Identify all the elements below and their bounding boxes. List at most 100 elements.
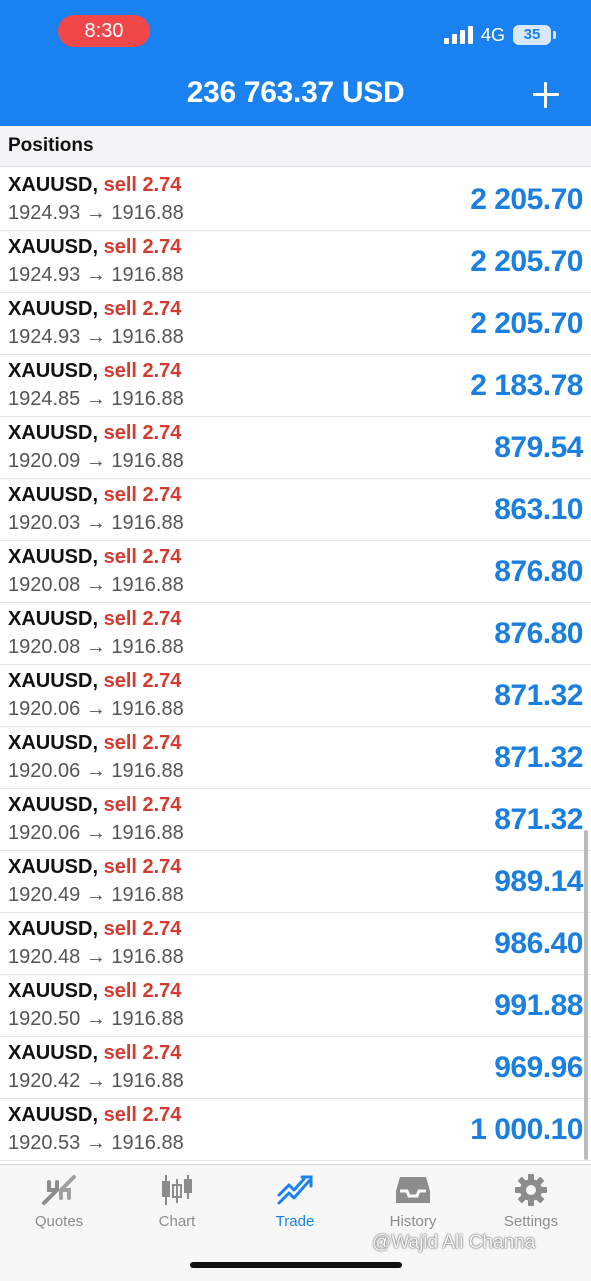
position-profit: 871.32 [494,679,583,712]
position-symbol: XAUUSD, [8,732,99,754]
position-profit: 879.54 [494,431,583,464]
position-prices: 1920.50 → 1916.88 [8,1008,184,1030]
position-prices: 1920.08 → 1916.88 [8,636,184,658]
position-row[interactable]: XAUUSD, sell 2.74 1924.93 → 1916.88 2 205.… [0,293,591,355]
position-side-volume: sell 2.74 [103,980,182,1002]
position-row[interactable]: XAUUSD, sell 2.74 1920.09 → 1916.88 879.54 [0,417,591,479]
battery-icon: 35 [513,25,556,45]
position-row[interactable]: XAUUSD, sell 2.74 1920.06 → 1916.88 871.32 [0,789,591,851]
position-title: XAUUSD, sell 2.74 [8,546,181,569]
trade-icon [277,1175,313,1205]
position-profit: 876.80 [494,617,583,650]
position-side-volume: sell 2.74 [103,918,182,940]
position-prices: 1924.93 → 1916.88 [8,202,184,224]
position-prices: 1920.06 → 1916.88 [8,760,184,782]
position-row[interactable]: XAUUSD, sell 2.74 1924.85 → 1916.88 2 183.… [0,355,591,417]
position-title: XAUUSD, sell 2.74 [8,236,181,259]
position-symbol: XAUUSD, [8,546,99,568]
position-side-volume: sell 2.74 [103,608,182,630]
tab-quotes[interactable]: Quotes [0,1173,118,1245]
position-symbol: XAUUSD, [8,608,99,630]
position-profit: 871.32 [494,803,583,836]
status-indicators: 4G 35 [443,22,556,48]
position-profit: 991.88 [494,989,583,1022]
position-side-volume: sell 2.74 [103,298,182,320]
position-symbol: XAUUSD, [8,670,99,692]
position-side-volume: sell 2.74 [103,1104,182,1126]
position-title: XAUUSD, sell 2.74 [8,794,181,817]
app-header: 8:30 4G 35 236 763.37 USD [0,0,591,126]
position-title: XAUUSD, sell 2.74 [8,670,181,693]
position-title: XAUUSD, sell 2.74 [8,856,181,879]
position-title: XAUUSD, sell 2.74 [8,918,181,941]
position-prices: 1920.06 → 1916.88 [8,698,184,720]
position-prices: 1920.53 → 1916.88 [8,1132,184,1154]
position-prices: 1920.49 → 1916.88 [8,884,184,906]
position-row[interactable]: XAUUSD, sell 2.74 1920.42 → 1916.88 969.96 [0,1037,591,1099]
gear-icon [515,1174,547,1206]
position-side-volume: sell 2.74 [103,236,182,258]
position-row[interactable]: XAUUSD, sell 2.74 1920.06 → 1916.88 871.32 [0,727,591,789]
position-title: XAUUSD, sell 2.74 [8,360,181,383]
position-prices: 1924.93 → 1916.88 [8,264,184,286]
position-side-volume: sell 2.74 [103,856,182,878]
position-profit: 2 205.70 [470,245,583,278]
position-row[interactable]: XAUUSD, sell 2.74 1920.06 → 1916.88 871.32 [0,665,591,727]
new-order-plus-button[interactable] [531,80,561,110]
position-side-volume: sell 2.74 [103,732,182,754]
position-symbol: XAUUSD, [8,980,99,1002]
section-title: Positions [8,135,94,156]
position-profit: 863.10 [494,493,583,526]
chart-candles-icon [162,1175,192,1205]
network-type: 4G [480,24,505,45]
position-row[interactable]: XAUUSD, sell 2.74 1920.49 → 1916.88 989.14 [0,851,591,913]
position-prices: 1920.06 → 1916.88 [8,822,184,844]
quotes-icon [42,1175,76,1205]
account-balance: 236 763.37 USD [186,76,405,109]
position-profit: 989.14 [494,865,583,898]
position-row[interactable]: XAUUSD, sell 2.74 1920.53 → 1916.88 1 000.… [0,1099,591,1161]
position-row[interactable]: XAUUSD, sell 2.74 1920.48 → 1916.88 986.40 [0,913,591,975]
tab-label: Quotes [34,1213,84,1230]
position-side-volume: sell 2.74 [103,484,182,506]
position-profit: 969.96 [494,1051,583,1084]
position-profit: 2 205.70 [470,307,583,340]
position-prices: 1924.85 → 1916.88 [8,388,184,410]
position-row[interactable]: XAUUSD, sell 2.74 1920.03 → 1916.88 863.10 [0,479,591,541]
position-side-volume: sell 2.74 [103,794,182,816]
scrollbar[interactable] [584,830,588,1160]
position-symbol: XAUUSD, [8,360,99,382]
position-symbol: XAUUSD, [8,1042,99,1064]
position-symbol: XAUUSD, [8,856,99,878]
position-prices: 1920.03 → 1916.88 [8,512,184,534]
position-symbol: XAUUSD, [8,484,99,506]
position-title: XAUUSD, sell 2.74 [8,298,181,321]
position-title: XAUUSD, sell 2.74 [8,980,181,1003]
position-row[interactable]: XAUUSD, sell 2.74 1924.93 → 1916.88 2 205.… [0,169,591,231]
tab-label: Trade [275,1213,315,1230]
home-indicator [190,1262,402,1268]
position-prices: 1920.42 → 1916.88 [8,1070,184,1092]
position-symbol: XAUUSD, [8,794,99,816]
position-symbol: XAUUSD, [8,918,99,940]
position-side-volume: sell 2.74 [103,546,182,568]
position-row[interactable]: XAUUSD, sell 2.74 1920.08 → 1916.88 876.80 [0,541,591,603]
position-side-volume: sell 2.74 [103,1042,182,1064]
position-prices: 1920.48 → 1916.88 [8,946,184,968]
position-row[interactable]: XAUUSD, sell 2.74 1920.08 → 1916.88 876.80 [0,603,591,665]
positions-list: XAUUSD, sell 2.74 1924.93 → 1916.88 2 205.… [0,169,591,1161]
position-profit: 986.40 [494,927,583,960]
position-prices: 1920.08 → 1916.88 [8,574,184,596]
position-profit: 871.32 [494,741,583,774]
position-row[interactable]: XAUUSD, sell 2.74 1924.93 → 1916.88 2 205.… [0,231,591,293]
tab-trade[interactable]: Trade [236,1173,354,1245]
position-symbol: XAUUSD, [8,422,99,444]
position-title: XAUUSD, sell 2.74 [8,1104,181,1127]
position-side-volume: sell 2.74 [103,360,182,382]
position-profit: 876.80 [494,555,583,588]
tab-chart[interactable]: Chart [118,1173,236,1245]
position-prices: 1924.93 → 1916.88 [8,326,184,348]
position-row[interactable]: XAUUSD, sell 2.74 1920.50 → 1916.88 991.88 [0,975,591,1037]
status-time: 8:30 [58,15,150,47]
position-title: XAUUSD, sell 2.74 [8,608,181,631]
